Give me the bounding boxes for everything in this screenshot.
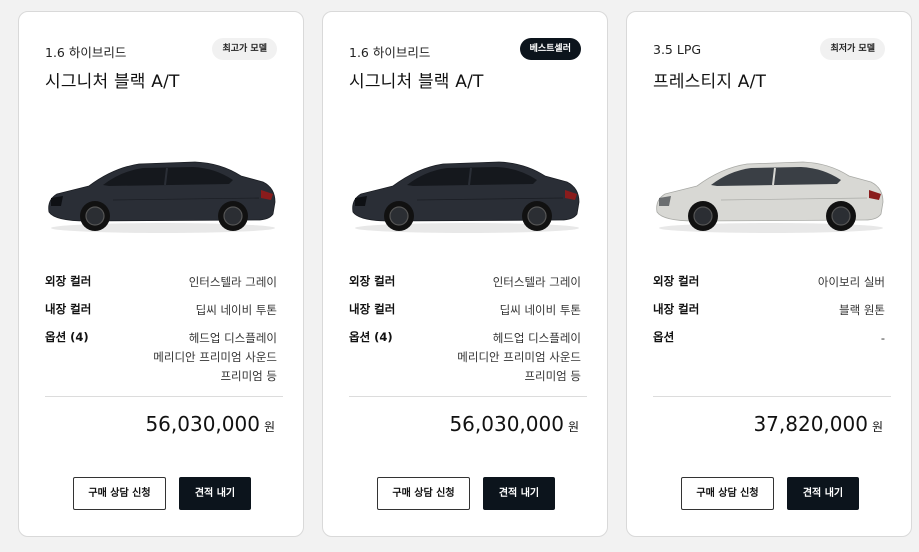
spec-row-exterior: 외장 컬러 인터스텔라 그레이: [349, 273, 581, 301]
trim-card: 3.5 LPG 최저가 모델 프레스티지 A/T 외장 컬러 아이보리 실버 내…: [626, 11, 912, 537]
engine-type: 1.6 하이브리드: [349, 45, 431, 60]
get-estimate-button[interactable]: 견적 내기: [787, 477, 859, 510]
spec-row-options: 옵션 (4) 헤드업 디스플레이 메리디안 프리미엄 사운드 프리미엄 등: [349, 329, 581, 389]
price: 56,030,000 원: [145, 412, 275, 436]
spec-row-options: 옵션 (4) 헤드업 디스플레이 메리디안 프리미엄 사운드 프리미엄 등: [45, 329, 277, 389]
spec-label: 내장 컬러: [45, 302, 92, 316]
spec-value: -: [881, 329, 885, 348]
model-badge: 최고가 모델: [212, 38, 277, 60]
option-line: 헤드업 디스플레이: [492, 331, 581, 345]
spec-row-interior: 내장 컬러 딥씨 네이비 투톤: [349, 301, 581, 329]
consult-request-button[interactable]: 구매 상담 신청: [73, 477, 166, 510]
spec-value: 블랙 원톤: [839, 303, 885, 317]
spec-label: 옵션 (4): [45, 330, 89, 344]
price-value: 56,030,000: [449, 412, 564, 436]
price: 37,820,000 원: [753, 412, 883, 436]
spec-label: 외장 컬러: [45, 274, 92, 288]
spec-value: 헤드업 디스플레이 메리디안 프리미엄 사운드 프리미엄 등: [153, 329, 277, 386]
spec-label: 옵션: [653, 330, 675, 344]
spec-list: 외장 컬러 아이보리 실버 내장 컬러 블랙 원톤 옵션 -: [653, 273, 885, 389]
engine-type: 3.5 LPG: [653, 42, 702, 57]
get-estimate-button[interactable]: 견적 내기: [483, 477, 555, 510]
spec-label: 내장 컬러: [349, 302, 396, 316]
spec-value: 딥씨 네이비 투톤: [195, 303, 277, 317]
divider: [653, 396, 891, 397]
spec-value: 헤드업 디스플레이 메리디안 프리미엄 사운드 프리미엄 등: [457, 329, 581, 386]
spec-row-interior: 내장 컬러 딥씨 네이비 투톤: [45, 301, 277, 329]
price-value: 56,030,000: [145, 412, 260, 436]
spec-row-interior: 내장 컬러 블랙 원톤: [653, 301, 885, 329]
spec-list: 외장 컬러 인터스텔라 그레이 내장 컬러 딥씨 네이비 투톤 옵션 (4) 헤…: [349, 273, 581, 389]
divider: [349, 396, 587, 397]
car-image: [656, 161, 884, 233]
option-line: 헤드업 디스플레이: [188, 331, 277, 345]
consult-request-button[interactable]: 구매 상담 신청: [681, 477, 774, 510]
spec-row-exterior: 외장 컬러 아이보리 실버: [653, 273, 885, 301]
consult-request-button[interactable]: 구매 상담 신청: [377, 477, 470, 510]
option-line: 메리디안 프리미엄 사운드: [153, 350, 277, 364]
engine-type: 1.6 하이브리드: [45, 45, 127, 60]
spec-label: 내장 컬러: [653, 302, 700, 316]
divider: [45, 396, 283, 397]
model-badge: 최저가 모델: [820, 38, 885, 60]
option-line: -: [880, 331, 885, 345]
price: 56,030,000 원: [449, 412, 579, 436]
price-value: 37,820,000: [753, 412, 868, 436]
trim-card: 1.6 하이브리드 베스트셀러 시그니처 블랙 A/T 외장 컬러 인터스텔라 …: [322, 11, 608, 537]
spec-value: 딥씨 네이비 투톤: [499, 303, 581, 317]
trim-card: 1.6 하이브리드 최고가 모델 시그니처 블랙 A/T 외장 컬러 인터스텔라…: [18, 11, 304, 537]
option-line: 메리디안 프리미엄 사운드: [457, 350, 581, 364]
car-image: [352, 161, 580, 233]
model-badge: 베스트셀러: [519, 38, 581, 60]
spec-label: 외장 컬러: [653, 274, 700, 288]
trim-card-list: 1.6 하이브리드 최고가 모델 시그니처 블랙 A/T 외장 컬러 인터스텔라…: [0, 0, 919, 552]
trim-name: 프레스티지 A/T: [653, 72, 767, 92]
car-image: [48, 161, 276, 233]
spec-value: 아이보리 실버: [817, 275, 885, 289]
spec-label: 외장 컬러: [349, 274, 396, 288]
price-unit: 원: [567, 420, 579, 434]
spec-value: 인터스텔라 그레이: [188, 275, 277, 289]
price-unit: 원: [871, 420, 883, 434]
price-unit: 원: [263, 420, 275, 434]
spec-label: 옵션 (4): [349, 330, 393, 344]
spec-list: 외장 컬러 인터스텔라 그레이 내장 컬러 딥씨 네이비 투톤 옵션 (4) 헤…: [45, 273, 277, 389]
trim-name: 시그니처 블랙 A/T: [349, 72, 484, 92]
option-line: 프리미엄 등: [524, 369, 581, 383]
trim-name: 시그니처 블랙 A/T: [45, 72, 180, 92]
spec-row-exterior: 외장 컬러 인터스텔라 그레이: [45, 273, 277, 301]
option-line: 프리미엄 등: [220, 369, 277, 383]
spec-value: 인터스텔라 그레이: [492, 275, 581, 289]
get-estimate-button[interactable]: 견적 내기: [179, 477, 251, 510]
spec-row-options: 옵션 -: [653, 329, 885, 389]
